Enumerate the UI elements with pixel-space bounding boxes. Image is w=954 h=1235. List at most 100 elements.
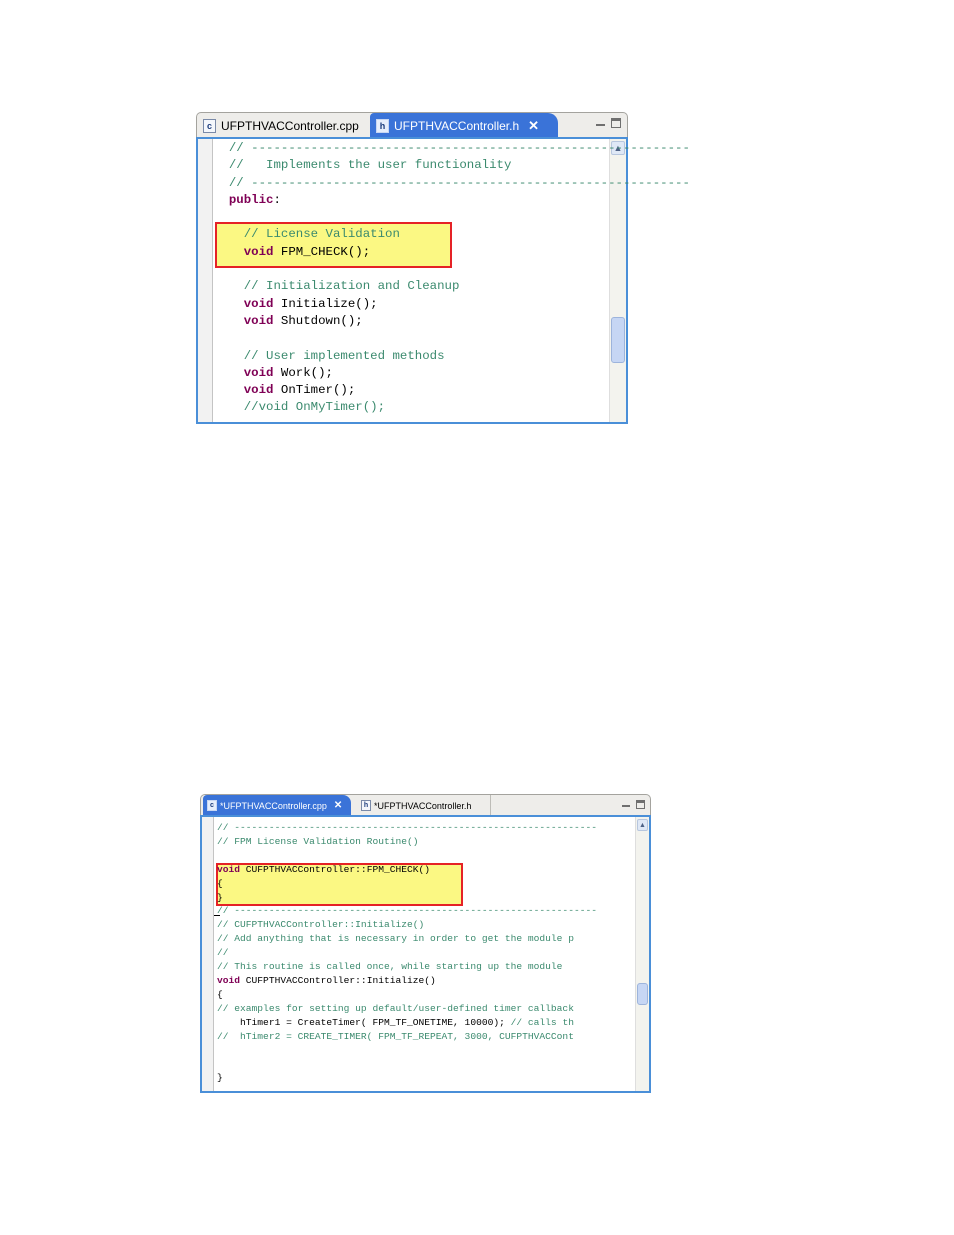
code-token: OnTimer(); bbox=[273, 383, 356, 398]
code-line[interactable]: // bbox=[217, 946, 597, 960]
cpp-file-icon: c bbox=[207, 800, 217, 811]
code-editor-area[interactable]: // -------------------------------------… bbox=[196, 137, 690, 424]
code-line[interactable]: public: bbox=[214, 192, 690, 209]
comment-token: // License Validation bbox=[214, 227, 400, 242]
scroll-up-icon[interactable]: ▲ bbox=[637, 819, 648, 831]
comment-token: // -------------------------------------… bbox=[214, 141, 690, 155]
code-token: Shutdown(); bbox=[273, 313, 363, 328]
code-text[interactable]: // -------------------------------------… bbox=[214, 140, 690, 417]
line-gutter bbox=[198, 139, 213, 422]
minimize-icon[interactable] bbox=[596, 120, 605, 126]
code-line[interactable]: // Initialization and Cleanup bbox=[214, 278, 690, 295]
keyword-token: void bbox=[214, 244, 274, 259]
header-file-editor: c UFPTHVACController.cpp h UFPTHVACContr… bbox=[196, 112, 690, 424]
code-token: CUFPTHVACController::FPM_CHECK() bbox=[240, 863, 431, 875]
code-token: CUFPTHVACController::Initialize() bbox=[240, 974, 436, 986]
vertical-scrollbar[interactable]: ▲ bbox=[635, 817, 649, 1091]
code-line[interactable] bbox=[214, 209, 690, 226]
code-editor-area[interactable]: // -------------------------------------… bbox=[200, 815, 651, 1093]
code-line[interactable]: void CUFPTHVACController::Initialize() bbox=[217, 974, 597, 988]
comment-token: // examples for setting up default/user-… bbox=[217, 1002, 574, 1014]
code-line[interactable]: // License Validation bbox=[214, 226, 690, 243]
code-line[interactable] bbox=[214, 261, 690, 278]
line-gutter bbox=[202, 817, 214, 1091]
code-line[interactable]: // hTimer2 = CREATE_TIMER( FPM_TF_REPEAT… bbox=[217, 1030, 597, 1044]
cpp-file-icon: c bbox=[203, 118, 216, 133]
maximize-icon[interactable] bbox=[636, 799, 645, 809]
header-file-icon: h bbox=[376, 118, 389, 133]
code-token: } bbox=[217, 891, 223, 903]
code-line[interactable]: void OnTimer(); bbox=[214, 382, 690, 399]
code-token: FPM_CHECK(); bbox=[273, 244, 371, 259]
window-controls bbox=[596, 113, 621, 133]
source-file-editor: c *UFPTHVACController.cpp ✕ h *UFPTHVACC… bbox=[200, 794, 651, 1093]
tab-header-file[interactable]: h UFPTHVACController.h ✕ bbox=[370, 113, 558, 138]
code-line[interactable]: { bbox=[217, 877, 597, 891]
tab-cpp-file[interactable]: c *UFPTHVACController.cpp ✕ bbox=[203, 795, 351, 816]
code-line[interactable] bbox=[214, 330, 690, 347]
comment-token: // Initialization and Cleanup bbox=[214, 279, 460, 294]
editor-tab-bar: c UFPTHVACController.cpp h UFPTHVACContr… bbox=[196, 112, 628, 138]
tab-header-label: UFPTHVACController.h bbox=[394, 118, 520, 133]
code-line[interactable]: // -------------------------------------… bbox=[214, 175, 690, 192]
tab-header-file[interactable]: h *UFPTHVACController.h bbox=[357, 795, 491, 816]
comment-token: // -------------------------------------… bbox=[217, 905, 597, 917]
scrollbar-thumb[interactable] bbox=[637, 983, 648, 1005]
keyword-token: public bbox=[214, 192, 274, 207]
code-line[interactable]: void CUFPTHVACController::FPM_CHECK() bbox=[217, 863, 597, 877]
tab-cpp-file[interactable]: c UFPTHVACController.cpp bbox=[199, 113, 369, 138]
comment-token: // Add anything that is necessary in ord… bbox=[217, 933, 574, 945]
code-line[interactable]: } bbox=[217, 891, 597, 905]
close-icon[interactable]: ✕ bbox=[528, 118, 539, 134]
close-icon[interactable]: ✕ bbox=[334, 800, 342, 811]
keyword-token: void bbox=[214, 365, 274, 380]
code-line[interactable]: // User implemented methods bbox=[214, 348, 690, 365]
comment-token: // User implemented methods bbox=[214, 348, 445, 363]
code-line[interactable]: // -------------------------------------… bbox=[217, 821, 597, 835]
code-line[interactable]: void FPM_CHECK(); bbox=[214, 244, 690, 261]
comment-token: // CUFPTHVACController::Initialize() bbox=[217, 919, 425, 931]
keyword-token: void bbox=[217, 974, 241, 986]
code-line[interactable] bbox=[217, 1044, 597, 1058]
keyword-token: void bbox=[214, 313, 274, 328]
comment-token: // This routine is called once, while st… bbox=[217, 961, 563, 973]
comment-token: // Implements the user functionality bbox=[214, 158, 512, 173]
code-line[interactable]: void Work(); bbox=[214, 365, 690, 382]
code-line[interactable]: // examples for setting up default/user-… bbox=[217, 1002, 597, 1016]
code-line[interactable]: { bbox=[217, 988, 597, 1002]
comment-token: // FPM License Validation Routine() bbox=[217, 835, 419, 847]
code-line[interactable]: } bbox=[217, 1071, 597, 1085]
code-line[interactable]: // This routine is called once, while st… bbox=[217, 960, 597, 974]
code-line[interactable]: // CUFPTHVACController::Initialize() bbox=[217, 918, 597, 932]
code-line[interactable]: // Implements the user functionality bbox=[214, 157, 690, 174]
code-token: : bbox=[273, 192, 281, 207]
code-line[interactable]: // FPM License Validation Routine() bbox=[217, 835, 597, 849]
code-token: Work(); bbox=[273, 365, 333, 380]
comment-token: // -------------------------------------… bbox=[214, 175, 690, 190]
maximize-icon[interactable] bbox=[611, 118, 621, 128]
comment-token: // bbox=[217, 947, 229, 959]
code-line[interactable]: // -------------------------------------… bbox=[217, 904, 597, 918]
code-line[interactable] bbox=[217, 849, 597, 863]
code-line[interactable]: hTimer1 = CreateTimer( FPM_TF_ONETIME, 1… bbox=[217, 1016, 597, 1030]
code-line[interactable]: // -------------------------------------… bbox=[214, 140, 690, 157]
tab-cpp-label: UFPTHVACController.cpp bbox=[221, 118, 359, 133]
code-line[interactable]: //void OnMyTimer(); bbox=[214, 399, 690, 416]
minimize-icon[interactable] bbox=[622, 802, 630, 807]
keyword-token: void bbox=[214, 296, 274, 311]
header-file-icon: h bbox=[361, 800, 371, 811]
code-token: } bbox=[217, 1072, 223, 1084]
tab-cpp-label: *UFPTHVACController.cpp bbox=[220, 800, 327, 811]
code-token: { bbox=[217, 877, 223, 889]
comment-token: //void OnMyTimer(); bbox=[214, 400, 386, 415]
code-line[interactable]: // Add anything that is necessary in ord… bbox=[217, 932, 597, 946]
code-text[interactable]: // -------------------------------------… bbox=[217, 821, 597, 1085]
code-line[interactable] bbox=[217, 1057, 597, 1071]
code-token: { bbox=[217, 988, 223, 1000]
code-token: hTimer1 = CreateTimer( FPM_TF_ONETIME, 1… bbox=[217, 1016, 511, 1028]
code-line[interactable]: void Shutdown(); bbox=[214, 313, 690, 330]
code-line[interactable]: void Initialize(); bbox=[214, 296, 690, 313]
comment-token: // calls th bbox=[510, 1016, 574, 1028]
keyword-token: void bbox=[217, 863, 241, 875]
comment-token: // hTimer2 = CREATE_TIMER( FPM_TF_REPEAT… bbox=[217, 1030, 574, 1042]
